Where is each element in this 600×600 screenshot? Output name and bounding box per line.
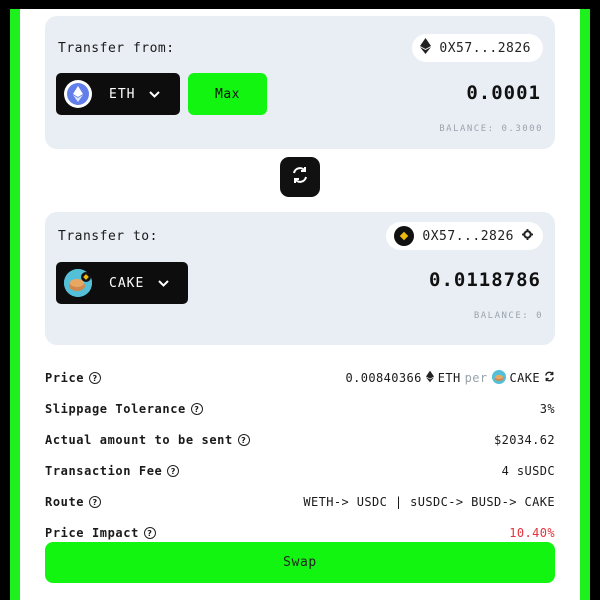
ethereum-icon xyxy=(64,80,92,108)
actual-amount-value: $2034.62 xyxy=(494,433,555,447)
price-impact-row: Price Impact ? 10.40% xyxy=(45,525,555,541)
max-button[interactable]: Max xyxy=(188,73,267,115)
swap-button[interactable]: Swap xyxy=(45,542,555,583)
transaction-fee-label: Transaction Fee xyxy=(45,464,163,478)
price-per: per xyxy=(464,371,488,385)
actual-amount-row: Actual amount to be sent ? $2034.62 xyxy=(45,432,555,448)
swap-direction-button[interactable] xyxy=(280,157,320,197)
to-token-name: CAKE xyxy=(109,275,145,291)
from-amount-input[interactable]: 0.0001 xyxy=(466,82,541,104)
transaction-fee-value: 4 sUSDC xyxy=(501,464,555,478)
price-row: Price ? 0.00840366 ETH per CAKE xyxy=(45,369,556,387)
ethereum-icon xyxy=(420,38,432,58)
question-circle-icon[interactable]: ? xyxy=(89,496,102,508)
price-impact-value: 10.40% xyxy=(509,526,555,540)
route-value: WETH-> USDC | sUSDC-> BUSD-> CAKE xyxy=(303,495,555,509)
bnb-chain-icon xyxy=(394,226,415,246)
chevron-down-icon xyxy=(149,87,161,101)
question-circle-icon[interactable]: ? xyxy=(143,527,156,539)
price-value: 0.00840366 xyxy=(345,371,422,385)
from-token-name: ETH xyxy=(109,86,136,102)
price-impact-label-group: Price Impact ? xyxy=(45,526,156,540)
price-label-group: Price ? xyxy=(45,371,102,385)
chevron-down-icon xyxy=(158,276,170,290)
swap-panel: Transfer from: 0X57...2826 ETH Max 0.000… xyxy=(20,9,580,600)
transfer-from-label: Transfer from: xyxy=(58,41,175,56)
from-token-select[interactable]: ETH xyxy=(56,73,180,115)
from-address-pill[interactable]: 0X57...2826 xyxy=(412,34,543,62)
gear-icon[interactable] xyxy=(522,228,533,244)
price-from-token: ETH xyxy=(437,371,461,385)
price-to-token: CAKE xyxy=(509,371,540,385)
price-impact-label: Price Impact xyxy=(45,526,139,540)
ethereum-icon xyxy=(425,370,434,386)
route-label-group: Route ? xyxy=(45,495,102,509)
transaction-fee-row: Transaction Fee ? 4 sUSDC xyxy=(45,463,555,479)
question-circle-icon[interactable]: ? xyxy=(89,372,102,384)
to-address: 0X57...2826 xyxy=(422,228,514,244)
price-label: Price xyxy=(45,371,85,385)
to-amount: 0.0118786 xyxy=(429,269,541,291)
route-label: Route xyxy=(45,495,85,509)
question-circle-icon[interactable]: ? xyxy=(190,403,203,415)
pancakeswap-cake-icon xyxy=(491,369,506,387)
transfer-to-label: Transfer to: xyxy=(58,229,158,244)
right-border xyxy=(580,9,590,600)
to-address-pill[interactable]: 0X57...2826 xyxy=(386,222,543,250)
slippage-value: 3% xyxy=(539,402,555,416)
refresh-icon[interactable] xyxy=(544,371,555,385)
from-address: 0X57...2826 xyxy=(439,40,531,56)
transaction-fee-label-group: Transaction Fee ? xyxy=(45,464,180,478)
swap-arrows-icon xyxy=(289,164,311,190)
question-circle-icon[interactable]: ? xyxy=(167,465,180,477)
route-row: Route ? WETH-> USDC | sUSDC-> BUSD-> CAK… xyxy=(45,494,555,510)
slippage-label: Slippage Tolerance xyxy=(45,402,186,416)
pancakeswap-cake-icon xyxy=(64,269,92,297)
to-balance: BALANCE: 0 xyxy=(473,311,543,321)
transfer-from-card: Transfer from: 0X57...2826 ETH Max 0.000… xyxy=(45,16,555,149)
left-border xyxy=(10,9,20,600)
to-token-select[interactable]: CAKE xyxy=(56,262,188,304)
actual-amount-label-group: Actual amount to be sent ? xyxy=(45,433,250,447)
slippage-row: Slippage Tolerance ? 3% xyxy=(45,401,555,417)
from-balance: BALANCE: 0.3000 xyxy=(439,124,543,134)
slippage-label-group: Slippage Tolerance ? xyxy=(45,402,203,416)
price-value-group: 0.00840366 ETH per CAKE xyxy=(345,369,556,387)
transfer-to-card: Transfer to: 0X57...2826 CAKE 0.0118786 … xyxy=(45,212,555,345)
actual-amount-label: Actual amount to be sent xyxy=(45,433,233,447)
question-circle-icon[interactable]: ? xyxy=(237,434,250,446)
